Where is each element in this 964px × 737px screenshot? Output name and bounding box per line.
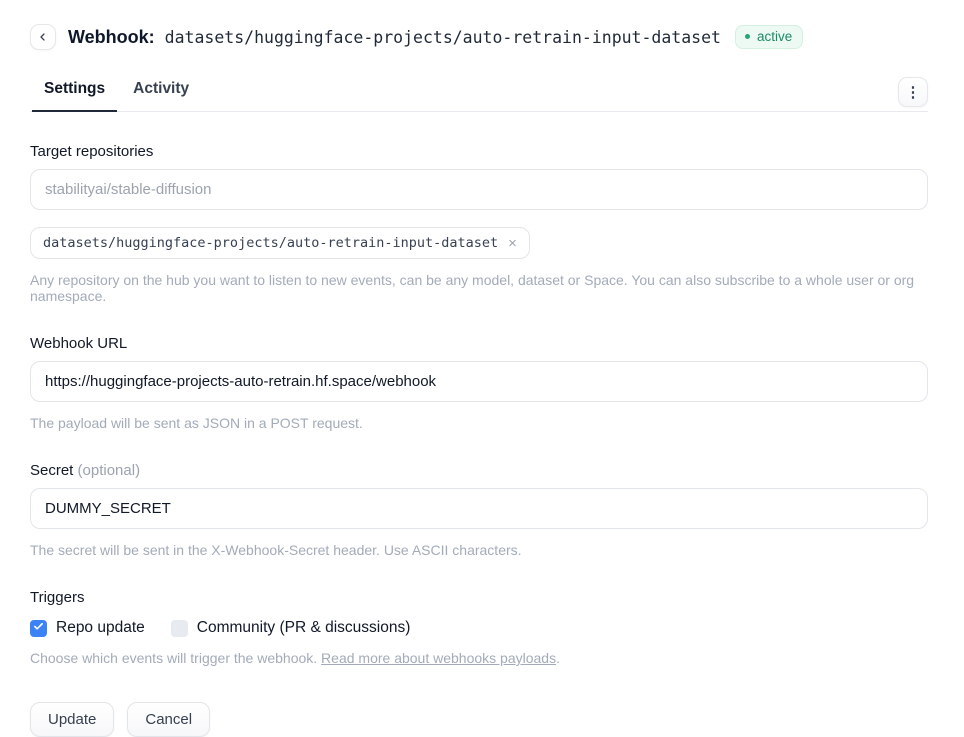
status-badge: active: [735, 25, 803, 49]
secret-help: The secret will be sent in the X-Webhook…: [30, 542, 928, 558]
repo-update-label: Repo update: [56, 619, 145, 637]
webhook-url-input[interactable]: [30, 361, 928, 402]
webhook-settings-page: Webhook: datasets/huggingface-projects/a…: [0, 0, 964, 737]
secret-input[interactable]: [30, 488, 928, 529]
more-options-button[interactable]: ⋮: [898, 77, 928, 107]
kebab-icon: ⋮: [906, 85, 921, 100]
repo-chip-label: datasets/huggingface-projects/auto-retra…: [43, 235, 498, 251]
tab-settings[interactable]: Settings: [30, 74, 119, 111]
trigger-repo-update[interactable]: Repo update: [30, 619, 145, 637]
repo-update-checkbox[interactable]: [30, 620, 47, 637]
webhook-url-label: Webhook URL: [30, 335, 928, 352]
target-repositories-help: Any repository on the hub you want to li…: [30, 272, 928, 304]
status-dot-icon: [745, 34, 750, 39]
repo-chip: datasets/huggingface-projects/auto-retra…: [30, 227, 530, 259]
webhook-url-help: The payload will be sent as JSON in a PO…: [30, 415, 928, 431]
header: Webhook: datasets/huggingface-projects/a…: [30, 24, 928, 50]
community-label: Community (PR & discussions): [197, 619, 411, 637]
triggers-label: Triggers: [30, 589, 928, 606]
secret-optional-text: (optional): [78, 462, 141, 479]
tab-activity[interactable]: Activity: [119, 74, 203, 111]
back-button[interactable]: [30, 24, 56, 50]
target-repositories-label: Target repositories: [30, 143, 928, 160]
triggers-help: Choose which events will trigger the web…: [30, 650, 928, 666]
selected-repo-chips: datasets/huggingface-projects/auto-retra…: [30, 227, 928, 259]
triggers-options: Repo update Community (PR & discussions): [30, 619, 928, 637]
webhooks-payloads-link[interactable]: Read more about webhooks payloads: [321, 650, 556, 666]
remove-chip-icon[interactable]: ×: [508, 236, 517, 251]
status-badge-label: active: [757, 29, 792, 44]
chevron-left-icon: [37, 31, 49, 43]
tab-bar: Settings Activity ⋮: [30, 74, 928, 112]
trigger-community[interactable]: Community (PR & discussions): [171, 619, 411, 637]
secret-label-text: Secret: [30, 462, 73, 479]
secret-label: Secret (optional): [30, 462, 928, 479]
target-repositories-input[interactable]: [30, 169, 928, 210]
triggers-help-suffix: .: [556, 650, 560, 666]
page-title: Webhook:: [68, 27, 155, 48]
community-checkbox[interactable]: [171, 620, 188, 637]
triggers-help-prefix: Choose which events will trigger the web…: [30, 650, 321, 666]
webhook-repo-name: datasets/huggingface-projects/auto-retra…: [165, 28, 721, 47]
checkmark-icon: [33, 619, 44, 637]
